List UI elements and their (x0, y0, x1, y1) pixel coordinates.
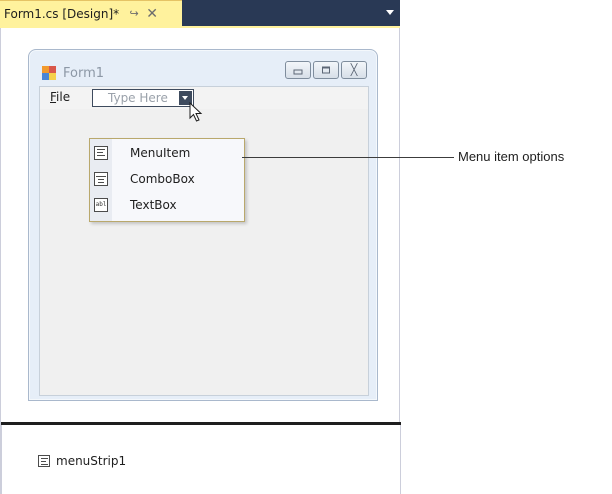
file-label-rest: ile (56, 90, 71, 104)
tray-item-menustrip[interactable]: menuStrip1 (38, 454, 126, 468)
minimize-icon (293, 69, 303, 75)
dropdown-option-combobox[interactable]: ComboBox (90, 168, 244, 192)
menu-strip-icon (38, 455, 50, 467)
dropdown-option-label: ComboBox (130, 172, 195, 186)
form-icon (41, 65, 57, 81)
tab-form1-design[interactable]: Form1.cs [Design]* ↪ ✕ (0, 0, 182, 26)
combo-box-icon (94, 172, 108, 186)
close-icon[interactable]: ✕ (145, 6, 159, 22)
caption-buttons: ╳ (283, 61, 367, 79)
maximize-icon (322, 66, 330, 74)
dropdown-option-label: MenuItem (130, 146, 191, 160)
text-box-icon: abl (94, 198, 108, 212)
dropdown-option-menuitem[interactable]: MenuItem (90, 142, 244, 166)
dropdown-option-textbox[interactable]: abl TextBox (90, 194, 244, 218)
mouse-cursor-icon (189, 102, 203, 122)
component-tray[interactable]: menuStrip1 (1, 425, 401, 494)
maximize-button[interactable] (313, 61, 339, 79)
menu-item-options-dropdown: MenuItem ComboBox abl TextBox (89, 138, 245, 222)
form-designer-surface[interactable]: Form1 ╳ File Type Here MenuItem ComboBox… (0, 28, 401, 494)
tab-title: Form1.cs [Design]* (4, 6, 120, 21)
menu-item-icon (94, 146, 108, 160)
form-title: Form1 (63, 65, 105, 81)
tray-item-label: menuStrip1 (56, 454, 127, 468)
document-tab-strip: Form1.cs [Design]* ↪ ✕ (0, 0, 400, 26)
minimize-button[interactable] (285, 61, 311, 79)
pin-icon[interactable]: ↪ (127, 7, 141, 20)
tab-overflow-dropdown-icon[interactable] (386, 10, 394, 15)
close-button[interactable]: ╳ (341, 61, 367, 79)
callout-label: Menu item options (458, 149, 565, 164)
type-here-placeholder: Type Here (108, 91, 168, 105)
type-here-box[interactable]: Type Here (92, 89, 194, 107)
callout-line (242, 157, 454, 158)
form-title-bar: Form1 (41, 65, 104, 81)
close-icon: ╳ (350, 63, 358, 77)
dropdown-option-label: TextBox (130, 198, 177, 212)
menu-item-file[interactable]: File (50, 90, 70, 104)
form-client-area[interactable]: File Type Here (39, 86, 369, 396)
